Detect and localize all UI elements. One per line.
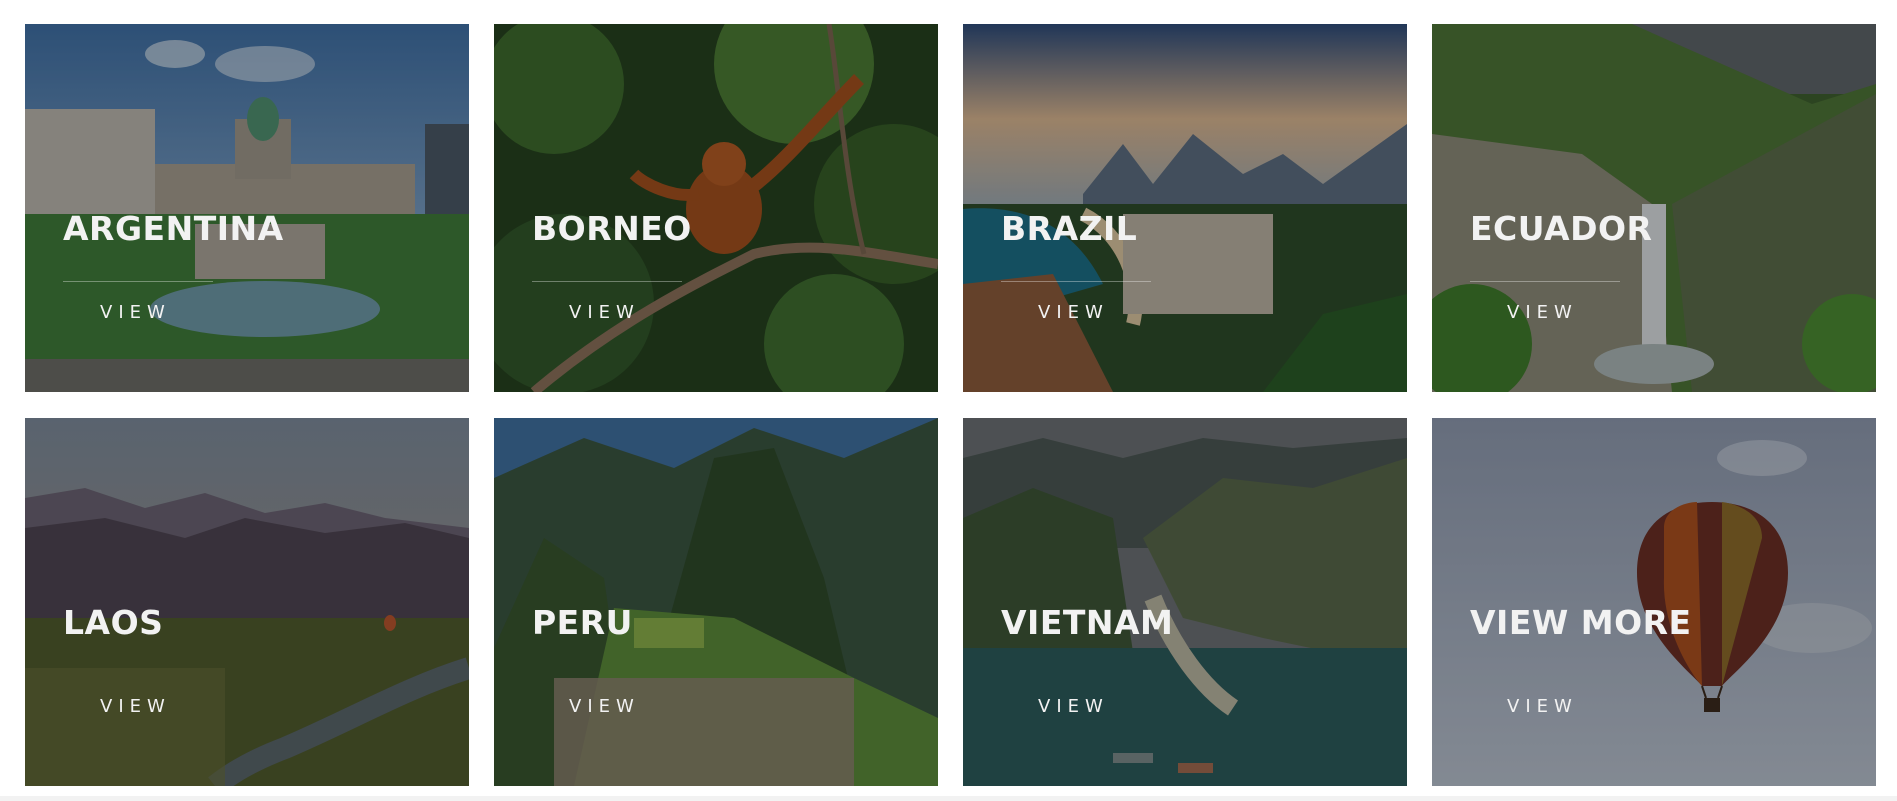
destination-card-vietnam[interactable]: VIETNAM VIEW xyxy=(963,418,1407,786)
destination-title: ARGENTINA xyxy=(63,209,284,248)
destination-card-laos[interactable]: LAOS VIEW xyxy=(25,418,469,786)
destination-title: BRAZIL xyxy=(1001,209,1138,248)
view-link[interactable]: VIEW xyxy=(569,698,640,716)
destination-title: PERU xyxy=(532,603,633,642)
image-overlay xyxy=(1432,418,1876,786)
destination-card-borneo[interactable]: BORNEO VIEW xyxy=(494,24,938,392)
destination-card-ecuador[interactable]: ECUADOR VIEW xyxy=(1432,24,1876,392)
destination-title: VIEW MORE xyxy=(1470,603,1692,642)
destination-card-brazil[interactable]: BRAZIL VIEW xyxy=(963,24,1407,392)
view-link[interactable]: VIEW xyxy=(1507,304,1578,322)
title-divider xyxy=(63,281,213,282)
image-overlay xyxy=(494,418,938,786)
destination-title: BORNEO xyxy=(532,209,692,248)
view-link[interactable]: VIEW xyxy=(1038,698,1109,716)
image-overlay xyxy=(494,24,938,392)
view-link[interactable]: VIEW xyxy=(1507,698,1578,716)
image-overlay xyxy=(963,24,1407,392)
view-link[interactable]: VIEW xyxy=(569,304,640,322)
title-divider xyxy=(1001,281,1151,282)
image-overlay xyxy=(963,418,1407,786)
footer-divider xyxy=(0,796,1897,801)
image-overlay xyxy=(25,418,469,786)
view-more-card[interactable]: VIEW MORE VIEW xyxy=(1432,418,1876,786)
destination-grid: ARGENTINA VIEW BORNEO VIEW BRAZIL VIEW E… xyxy=(25,24,1876,786)
title-divider xyxy=(532,281,682,282)
view-link[interactable]: VIEW xyxy=(100,304,171,322)
view-link[interactable]: VIEW xyxy=(1038,304,1109,322)
destination-title: LAOS xyxy=(63,603,164,642)
image-overlay xyxy=(1432,24,1876,392)
destination-title: VIETNAM xyxy=(1001,603,1174,642)
view-link[interactable]: VIEW xyxy=(100,698,171,716)
image-overlay xyxy=(25,24,469,392)
destination-card-argentina[interactable]: ARGENTINA VIEW xyxy=(25,24,469,392)
destination-card-peru[interactable]: PERU VIEW xyxy=(494,418,938,786)
title-divider xyxy=(1470,281,1620,282)
destination-title: ECUADOR xyxy=(1470,209,1653,248)
